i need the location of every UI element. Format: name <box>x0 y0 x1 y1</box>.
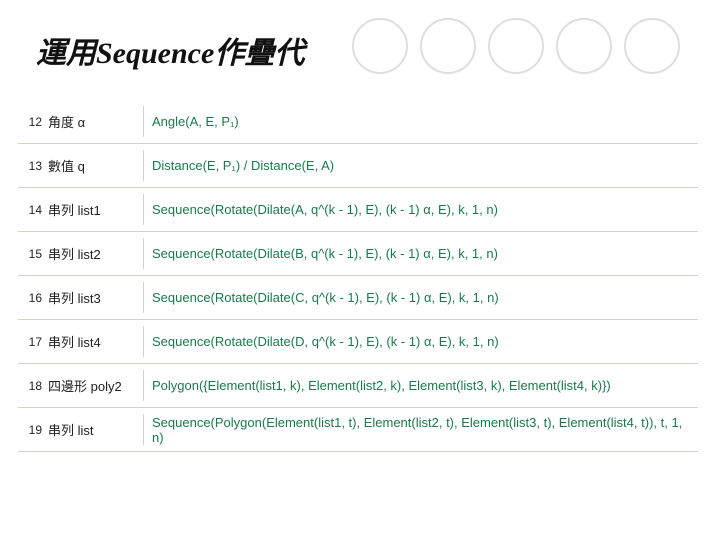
circle-icon <box>352 18 408 74</box>
table-row: 15 串列 list2 Sequence(Rotate(Dilate(B, q^… <box>18 232 698 276</box>
row-number: 12 <box>18 109 44 135</box>
row-formula: Sequence(Rotate(Dilate(D, q^(k - 1), E),… <box>144 328 698 355</box>
decorative-circles <box>352 18 680 74</box>
row-label: 串列 list3 <box>44 282 144 313</box>
row-formula: Angle(A, E, P₁) <box>144 108 698 135</box>
definition-table: 12 角度 α Angle(A, E, P₁) 13 數值 q Distance… <box>18 100 698 452</box>
table-row: 19 串列 list Sequence(Polygon(Element(list… <box>18 408 698 452</box>
row-number: 15 <box>18 241 44 267</box>
row-label: 角度 α <box>44 106 144 137</box>
row-formula: Sequence(Polygon(Element(list1, t), Elem… <box>144 409 698 451</box>
table-row: 18 四邊形 poly2 Polygon({Element(list1, k),… <box>18 364 698 408</box>
table-row: 12 角度 α Angle(A, E, P₁) <box>18 100 698 144</box>
circle-icon <box>624 18 680 74</box>
table-row: 14 串列 list1 Sequence(Rotate(Dilate(A, q^… <box>18 188 698 232</box>
row-formula: Distance(E, P₁) / Distance(E, A) <box>144 152 698 179</box>
row-number: 13 <box>18 153 44 179</box>
circle-icon <box>556 18 612 74</box>
row-label: 數值 q <box>44 150 144 181</box>
circle-icon <box>488 18 544 74</box>
row-number: 18 <box>18 373 44 399</box>
page-title: 運用Sequence作疊代 <box>36 28 304 72</box>
row-formula: Sequence(Rotate(Dilate(B, q^(k - 1), E),… <box>144 240 698 267</box>
row-number: 16 <box>18 285 44 311</box>
row-number: 17 <box>18 329 44 355</box>
row-label: 串列 list1 <box>44 194 144 225</box>
row-formula: Polygon({Element(list1, k), Element(list… <box>144 372 698 399</box>
row-label: 串列 list4 <box>44 326 144 357</box>
table-row: 13 數值 q Distance(E, P₁) / Distance(E, A) <box>18 144 698 188</box>
circle-icon <box>420 18 476 74</box>
row-number: 19 <box>18 417 44 443</box>
row-number: 14 <box>18 197 44 223</box>
row-formula: Sequence(Rotate(Dilate(A, q^(k - 1), E),… <box>144 196 698 223</box>
row-formula: Sequence(Rotate(Dilate(C, q^(k - 1), E),… <box>144 284 698 311</box>
row-label: 串列 list <box>44 414 144 445</box>
row-label: 串列 list2 <box>44 238 144 269</box>
row-label: 四邊形 poly2 <box>44 370 144 401</box>
table-row: 16 串列 list3 Sequence(Rotate(Dilate(C, q^… <box>18 276 698 320</box>
table-row: 17 串列 list4 Sequence(Rotate(Dilate(D, q^… <box>18 320 698 364</box>
